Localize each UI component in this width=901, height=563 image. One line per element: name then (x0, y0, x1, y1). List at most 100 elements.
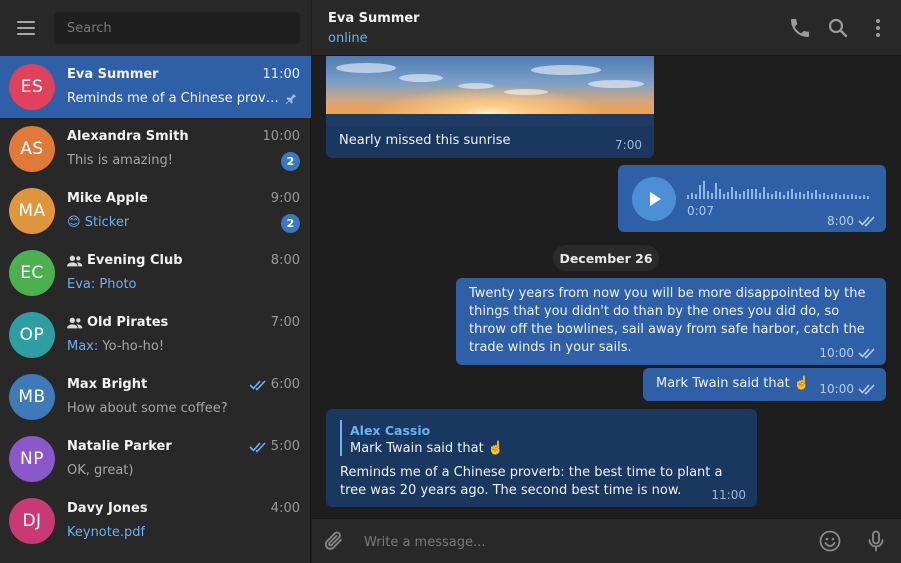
group-icon (67, 317, 83, 328)
unread-badge: 2 (281, 152, 300, 171)
pin-icon (285, 93, 297, 105)
chat-time: 6:00 (249, 377, 300, 392)
voice-message: 0:07 8:00 (618, 165, 886, 232)
chat-time: 5:00 (249, 439, 300, 454)
conversation-header: Eva Summer online (312, 0, 901, 56)
message-time: 7:00 (615, 138, 642, 152)
chat-item-max-bright[interactable]: MB Max Bright 6:00 How about some coffee… (0, 366, 311, 428)
unread-badge: 2 (281, 214, 300, 233)
chat-preview: How about some coffee? (67, 401, 228, 416)
chat-item-davy-jones[interactable]: DJ Davy Jones 4:00 Keynote.pdf (0, 490, 311, 552)
double-check-icon (249, 379, 266, 391)
message-time: 11:00 (711, 488, 746, 502)
phone-icon[interactable] (788, 16, 812, 40)
reply-message[interactable]: Alex Cassio Mark Twain said that ☝️ Remi… (326, 409, 757, 507)
chat-time-text: 6:00 (270, 377, 300, 392)
emoji: 😊 (67, 215, 81, 230)
chat-item-old-pirates[interactable]: OP Old Pirates 7:00 Max: Yo-ho-ho! (0, 304, 311, 366)
message-text: Twenty years from now you will be more d… (469, 286, 866, 355)
avatar: DJ (9, 498, 55, 544)
microphone-icon[interactable] (864, 529, 888, 553)
avatar: NP (9, 436, 55, 482)
reply-quote[interactable]: Mark Twain said that ☝️ (350, 440, 504, 458)
search-input[interactable] (54, 12, 300, 44)
sender-name: Max: (67, 339, 99, 354)
play-icon (650, 192, 661, 206)
chat-preview: Eva: Photo (67, 277, 137, 292)
peer-status: online (328, 31, 368, 46)
message-list: Nearly missed this sunrise 7:00 0:07 8:0… (312, 56, 901, 518)
hamburger-menu-icon[interactable] (12, 14, 40, 42)
preview-text: Sticker (84, 215, 130, 230)
attach-icon[interactable] (322, 529, 346, 553)
chat-item-natalie-parker[interactable]: NP Natalie Parker 5:00 OK, great) (0, 428, 311, 490)
chat-name: Alexandra Smith (67, 129, 189, 144)
double-check-icon (858, 348, 875, 359)
message-time: 10:00 (819, 346, 876, 360)
group-icon (67, 255, 83, 266)
chat-time: 11:00 (262, 67, 300, 82)
text-message[interactable]: Mark Twain said that ☝️ 10:00 (643, 368, 886, 401)
chat-time: 9:00 (270, 191, 300, 206)
chat-preview: This is amazing! (67, 153, 173, 168)
sidebar-header (0, 0, 311, 56)
chat-name: Evening Club (67, 253, 183, 268)
chat-name: Max Bright (67, 377, 148, 392)
chat-name: Eva Summer (67, 67, 159, 82)
search-icon[interactable] (826, 16, 850, 40)
text-message[interactable]: Twenty years from now you will be more d… (456, 278, 886, 365)
conversation-pane: Eva Summer online Nearly missed this sun… (312, 0, 901, 563)
avatar: EC (9, 250, 55, 296)
chat-time-text: 5:00 (270, 439, 300, 454)
chat-list-sidebar: ES Eva Summer 11:00 Reminds me of a Chin… (0, 0, 311, 563)
time-text: 8:00 (827, 214, 854, 228)
chat-preview: Max: Yo-ho-ho! (67, 339, 164, 354)
peer-name[interactable]: Eva Summer (328, 11, 420, 26)
avatar: OP (9, 312, 55, 358)
message-text: Mark Twain said that ☝️ (656, 376, 811, 391)
avatar: ES (9, 64, 55, 110)
chat-preview: Keynote.pdf (67, 525, 146, 540)
sender-name: Eva: (67, 277, 96, 292)
reply-author[interactable]: Alex Cassio (350, 422, 430, 440)
more-vertical-icon[interactable] (866, 16, 890, 40)
time-text: 10:00 (819, 346, 854, 360)
avatar: MA (9, 188, 55, 234)
chat-item-eva-summer[interactable]: ES Eva Summer 11:00 Reminds me of a Chin… (0, 56, 311, 118)
chat-item-mike-apple[interactable]: MA Mike Apple 9:00 😊 Sticker 2 (0, 180, 311, 242)
avatar: AS (9, 126, 55, 172)
chat-name: Natalie Parker (67, 439, 172, 454)
message-text: Reminds me of a Chinese proverb: the bes… (340, 465, 723, 498)
avatar: MB (9, 374, 55, 420)
double-check-icon (249, 441, 266, 453)
chat-time: 8:00 (270, 253, 300, 268)
chat-time: 7:00 (270, 315, 300, 330)
message-time: 10:00 (819, 382, 876, 396)
photo-caption: Nearly missed this sunrise (339, 133, 511, 148)
double-check-icon (858, 216, 875, 227)
chat-name: Davy Jones (67, 501, 148, 516)
message-input[interactable] (356, 527, 806, 557)
chat-time: 10:00 (262, 129, 300, 144)
chat-name: Old Pirates (67, 315, 168, 330)
play-button[interactable] (632, 177, 676, 221)
chat-preview: OK, great) (67, 463, 134, 478)
waveform[interactable] (687, 179, 873, 201)
chat-preview: Reminds me of a Chinese proverb: the bes… (67, 91, 279, 106)
chat-item-alexandra-smith[interactable]: AS Alexandra Smith 10:00 This is amazing… (0, 118, 311, 180)
sunrise-photo[interactable] (326, 56, 654, 126)
date-divider: December 26 (553, 245, 659, 271)
message-composer (312, 518, 901, 563)
emoji-icon[interactable] (818, 529, 842, 553)
preview-text: Yo-ho-ho! (102, 339, 165, 354)
chat-name: Mike Apple (67, 191, 148, 206)
preview-text: Photo (99, 277, 137, 292)
voice-duration: 0:07 (687, 204, 714, 218)
chat-name-text: Old Pirates (87, 315, 169, 330)
chat-preview: 😊 Sticker (67, 215, 129, 230)
message-time: 8:00 (827, 214, 876, 228)
chat-time: 4:00 (270, 501, 300, 516)
chat-item-evening-club[interactable]: EC Evening Club 8:00 Eva: Photo (0, 242, 311, 304)
photo-message[interactable]: Nearly missed this sunrise 7:00 (326, 56, 654, 158)
double-check-icon (858, 384, 875, 395)
